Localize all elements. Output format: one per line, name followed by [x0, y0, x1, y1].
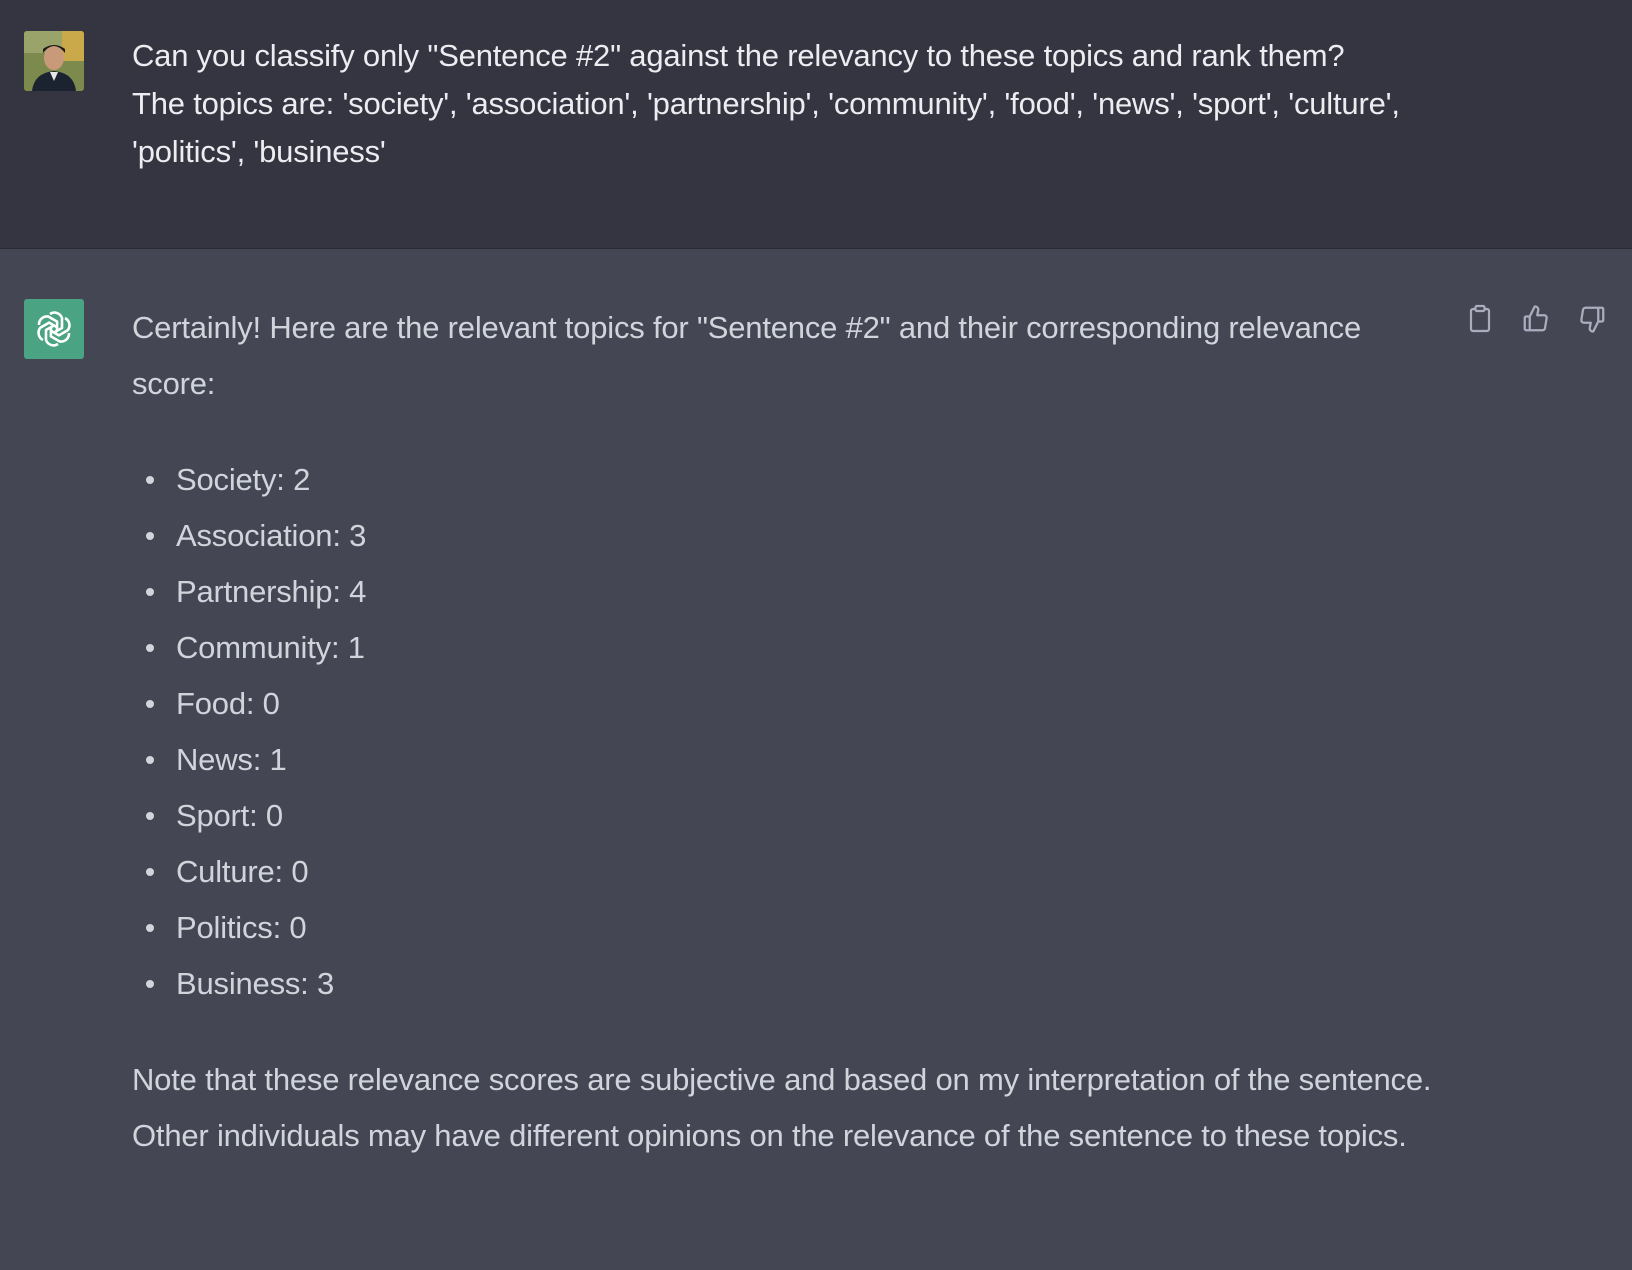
user-avatar	[24, 31, 84, 91]
user-message-text: Can you classify only "Sentence #2" agai…	[132, 32, 1432, 176]
bullet-icon	[146, 588, 154, 596]
list-item: Partnership: 4	[132, 564, 1432, 620]
score-label: Society: 2	[176, 462, 311, 497]
user-message-line-2: The topics are: 'society', 'association'…	[132, 86, 1400, 169]
bullet-icon	[146, 756, 154, 764]
bullet-icon	[146, 980, 154, 988]
copy-icon	[1469, 304, 1491, 333]
score-label: Food: 0	[176, 686, 280, 721]
assistant-note: Note that these relevance scores are sub…	[132, 1062, 1432, 1153]
thumbs-down-button[interactable]	[1576, 303, 1608, 335]
list-item: Politics: 0	[132, 900, 1432, 956]
user-message: Can you classify only "Sentence #2" agai…	[0, 0, 1632, 249]
openai-logo-icon	[37, 311, 71, 347]
list-item: Business: 3	[132, 956, 1432, 1012]
user-message-line-1: Can you classify only "Sentence #2" agai…	[132, 38, 1345, 73]
score-label: Business: 3	[176, 966, 335, 1001]
score-label: Sport: 0	[176, 798, 283, 833]
bullet-icon	[146, 868, 154, 876]
score-label: Association: 3	[176, 518, 367, 553]
list-item: Society: 2	[132, 452, 1432, 508]
list-item: Sport: 0	[132, 788, 1432, 844]
list-item: Community: 1	[132, 620, 1432, 676]
score-label: Partnership: 4	[176, 574, 367, 609]
assistant-intro: Certainly! Here are the relevant topics …	[132, 310, 1362, 401]
score-label: Community: 1	[176, 630, 365, 665]
list-item: Food: 0	[132, 676, 1432, 732]
score-label: Culture: 0	[176, 854, 309, 889]
score-label: News: 1	[176, 742, 287, 777]
list-item: News: 1	[132, 732, 1432, 788]
bullet-icon	[146, 644, 154, 652]
user-photo-icon	[24, 31, 84, 91]
list-item: Association: 3	[132, 508, 1432, 564]
copy-button[interactable]	[1464, 303, 1496, 335]
thumbs-up-button[interactable]	[1520, 303, 1552, 335]
bullet-icon	[146, 812, 154, 820]
bullet-icon	[146, 532, 154, 540]
bullet-icon	[146, 700, 154, 708]
list-item: Culture: 0	[132, 844, 1432, 900]
assistant-message: Certainly! Here are the relevant topics …	[0, 249, 1632, 1270]
thumbs-down-icon	[1580, 306, 1605, 333]
assistant-message-text: Certainly! Here are the relevant topics …	[132, 300, 1432, 1164]
relevance-score-list: Society: 2 Association: 3 Partnership: 4…	[132, 452, 1432, 1012]
message-actions	[1464, 303, 1608, 335]
assistant-avatar	[24, 299, 84, 359]
score-label: Politics: 0	[176, 910, 307, 945]
thumbs-up-icon	[1523, 305, 1548, 332]
bullet-icon	[146, 476, 154, 484]
bullet-icon	[146, 924, 154, 932]
